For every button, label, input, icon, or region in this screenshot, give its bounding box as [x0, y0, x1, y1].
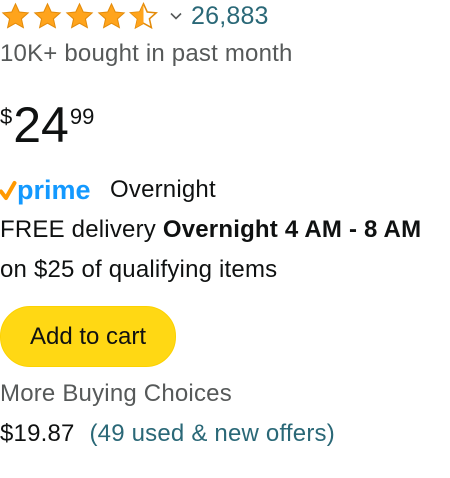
delivery-prefix: FREE delivery	[0, 216, 163, 243]
star-full-icon	[97, 2, 126, 29]
prime-row: prime Overnight	[0, 174, 216, 206]
lowest-offer-price: $19.87	[0, 420, 75, 447]
more-buying-choices-heading: More Buying Choices	[0, 380, 232, 407]
star-full-icon	[1, 2, 30, 29]
prime-speed-label: Overnight	[110, 176, 216, 203]
price-whole: 24	[13, 97, 69, 153]
prime-logo-text: prime	[17, 175, 91, 205]
star-half-icon	[129, 1, 158, 29]
star-full-icon	[65, 2, 94, 29]
rating-row: 26,883	[0, 0, 269, 32]
prime-logo-icon: prime	[0, 175, 91, 205]
bought-count-text: 10K+ bought in past month	[0, 40, 293, 67]
delivery-window: Overnight 4 AM - 8 AM	[162, 216, 422, 243]
review-count-link[interactable]: 26,883	[191, 2, 269, 31]
price-currency-symbol: $	[0, 104, 13, 129]
delivery-message: FREE delivery Overnight 4 AM - 8 AM on $…	[0, 210, 440, 290]
star-rating[interactable]	[0, 1, 159, 32]
add-to-cart-button[interactable]: Add to cart	[0, 306, 176, 367]
price: $ 24 99	[0, 98, 94, 158]
used-new-offers-link[interactable]: (49 used & new offers)	[89, 420, 334, 447]
more-buying-choices-row: $19.87 (49 used & new offers)	[0, 420, 335, 448]
star-full-icon	[33, 2, 62, 29]
delivery-suffix: on $25 of qualifying items	[0, 256, 278, 283]
chevron-down-icon[interactable]	[169, 9, 183, 23]
price-fraction: 99	[69, 104, 95, 129]
